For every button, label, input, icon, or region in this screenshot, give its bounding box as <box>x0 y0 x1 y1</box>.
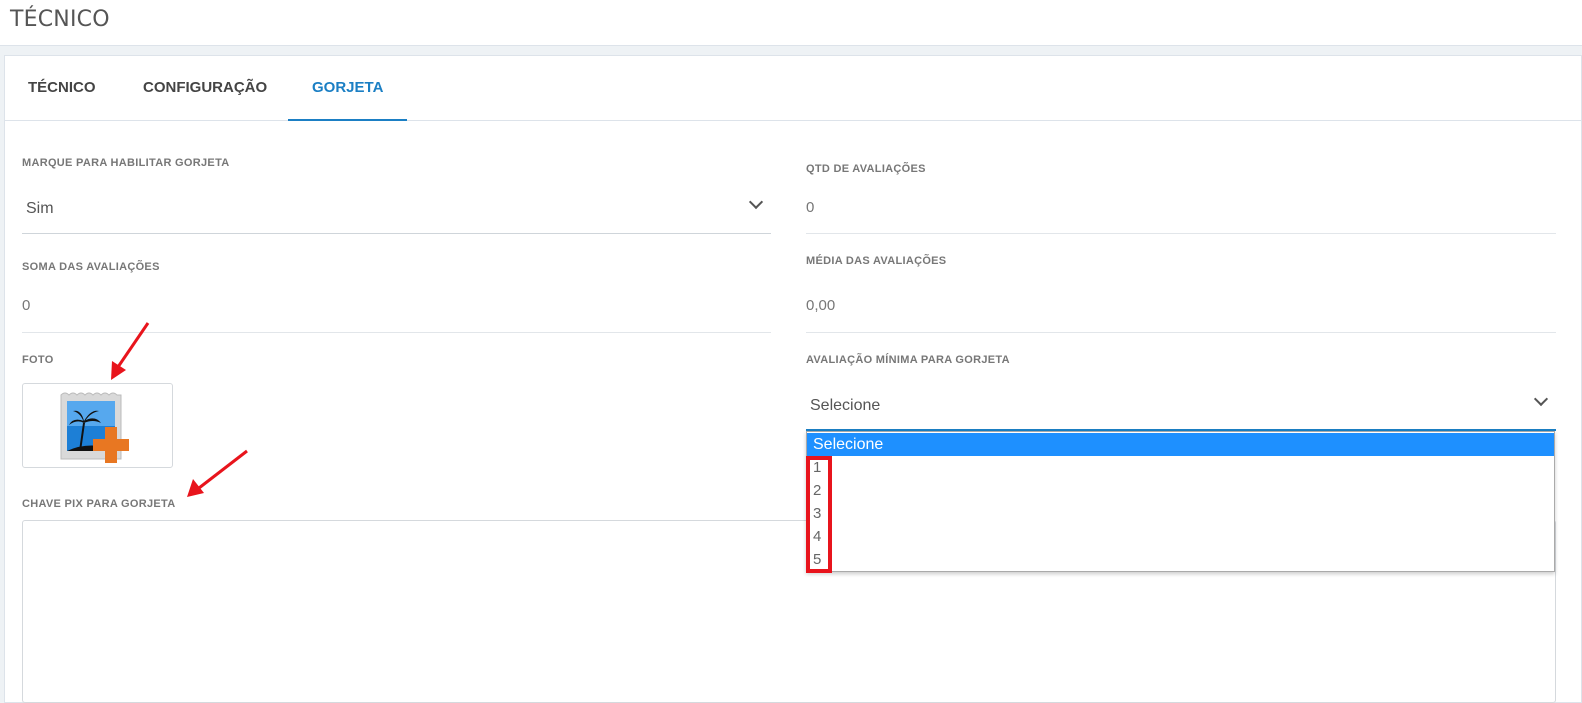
tab-tecnico[interactable]: TÉCNICO <box>4 55 120 121</box>
media-avaliacoes-label: MÉDIA DAS AVALIAÇÕES <box>806 255 947 267</box>
dropdown-option-4[interactable]: 4 <box>807 525 1554 548</box>
page-title: TÉCNICO <box>10 7 110 32</box>
divider <box>22 332 771 333</box>
chevron-down-icon <box>748 194 764 210</box>
page-header: TÉCNICO <box>0 0 1582 46</box>
foto-upload[interactable] <box>22 383 173 468</box>
qtd-avaliacoes-value: 0 <box>806 199 815 216</box>
divider <box>806 332 1556 333</box>
avaliacao-minima-select[interactable]: Selecione <box>806 383 1556 431</box>
habilitar-gorjeta-select[interactable]: Sim <box>22 186 771 234</box>
tab-configuracao[interactable]: CONFIGURAÇÃO <box>119 55 291 121</box>
tab-bar: TÉCNICO CONFIGURAÇÃO GORJETA <box>4 55 1582 121</box>
avaliacao-minima-value: Selecione <box>810 397 881 414</box>
add-photo-icon <box>60 392 129 463</box>
dropdown-option-2[interactable]: 2 <box>807 479 1554 502</box>
dropdown-option-selecione[interactable]: Selecione <box>807 433 1554 456</box>
chevron-down-icon <box>1533 391 1549 407</box>
dropdown-option-1[interactable]: 1 <box>807 456 1554 479</box>
habilitar-gorjeta-label: MARQUE PARA HABILITAR GORJETA <box>22 157 230 169</box>
dropdown-option-3[interactable]: 3 <box>807 502 1554 525</box>
habilitar-gorjeta-value: Sim <box>26 200 54 217</box>
annotation-highlight-box <box>806 456 832 573</box>
avaliacao-minima-dropdown: Selecione 1 2 3 4 5 <box>806 431 1555 572</box>
media-avaliacoes-value: 0,00 <box>806 297 836 314</box>
soma-avaliacoes-value: 0 <box>22 297 31 314</box>
dropdown-option-5[interactable]: 5 <box>807 548 1554 571</box>
foto-label: FOTO <box>22 354 54 366</box>
chave-pix-label: CHAVE PIX PARA GORJETA <box>22 498 176 510</box>
qtd-avaliacoes-label: QTD DE AVALIAÇÕES <box>806 163 926 175</box>
divider <box>806 233 1556 234</box>
avaliacao-minima-label: AVALIAÇÃO MÍNIMA PARA GORJETA <box>806 354 1010 366</box>
soma-avaliacoes-label: SOMA DAS AVALIAÇÕES <box>22 261 160 273</box>
tab-gorjeta[interactable]: GORJETA <box>288 55 408 121</box>
